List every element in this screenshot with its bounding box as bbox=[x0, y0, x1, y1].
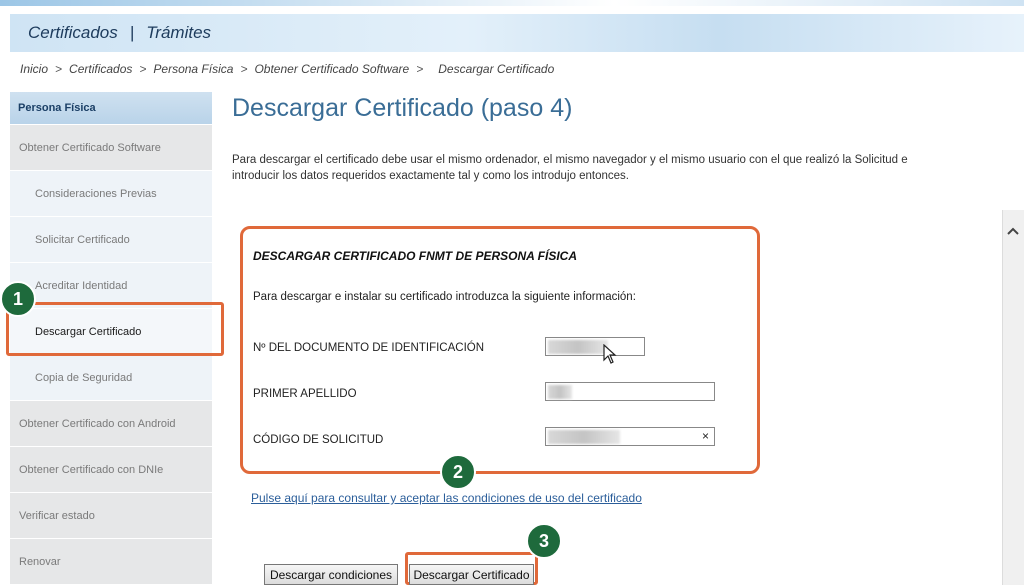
codigo-solicitud-label: CÓDIGO DE SOLICITUD bbox=[253, 434, 384, 446]
download-form: DESCARGAR CERTIFICADO FNMT DE PERSONA FÍ… bbox=[240, 226, 760, 474]
form-title: DESCARGAR CERTIFICADO FNMT DE PERSONA FÍ… bbox=[253, 249, 578, 263]
header-tramites[interactable]: Trámites bbox=[146, 23, 211, 43]
breadcrumb-obtener-software[interactable]: Obtener Certificado Software bbox=[254, 62, 409, 76]
sidebar-item-copia[interactable]: Copia de Seguridad bbox=[10, 355, 212, 401]
highlight-box-step-1 bbox=[6, 302, 224, 356]
sidebar-item-android[interactable]: Obtener Certificado con Android bbox=[10, 401, 212, 447]
breadcrumb-inicio[interactable]: Inicio bbox=[20, 62, 48, 76]
redacted-value bbox=[548, 340, 608, 354]
site-header: Certificados | Trámites bbox=[10, 14, 1024, 52]
intro-text: Para descargar el certificado debe usar … bbox=[232, 152, 1024, 184]
sidebar-item-verificar[interactable]: Verificar estado bbox=[10, 493, 212, 539]
scrollbar[interactable] bbox=[1002, 210, 1024, 585]
header-certificados[interactable]: Certificados bbox=[28, 23, 118, 43]
header-separator: | bbox=[129, 23, 135, 42]
step-marker-2: 2 bbox=[440, 454, 476, 490]
sidebar-item-solicitar[interactable]: Solicitar Certificado bbox=[10, 217, 212, 263]
primer-apellido-input[interactable] bbox=[545, 382, 715, 401]
redacted-value bbox=[548, 385, 572, 399]
clear-icon[interactable]: × bbox=[702, 429, 709, 443]
document-number-input[interactable] bbox=[545, 337, 645, 356]
conditions-link[interactable]: Pulse aquí para consultar y aceptar las … bbox=[251, 491, 642, 505]
breadcrumb-persona-fisica[interactable]: Persona Física bbox=[153, 62, 233, 76]
step-marker-3: 3 bbox=[526, 523, 562, 559]
form-instructions: Para descargar e instalar su certificado… bbox=[253, 291, 636, 303]
top-decoration-strip bbox=[0, 0, 1024, 6]
breadcrumb-arrow: > bbox=[240, 62, 248, 76]
mouse-pointer-icon bbox=[603, 343, 617, 369]
sidebar-item-obtener-software[interactable]: Obtener Certificado Software bbox=[10, 125, 212, 171]
breadcrumb-certificados[interactable]: Certificados bbox=[69, 62, 132, 76]
download-conditions-button[interactable]: Descargar condiciones bbox=[264, 564, 398, 585]
breadcrumb-arrow: > bbox=[416, 62, 424, 76]
step-marker-1: 1 bbox=[0, 281, 36, 317]
sidebar-heading[interactable]: Persona Física bbox=[10, 92, 212, 125]
redacted-value bbox=[548, 430, 620, 444]
chevron-up-icon[interactable] bbox=[1007, 222, 1019, 238]
sidebar-item-renovar[interactable]: Renovar bbox=[10, 539, 212, 585]
sidebar-item-consideraciones[interactable]: Consideraciones Previas bbox=[10, 171, 212, 217]
breadcrumb: Inicio > Certificados > Persona Física >… bbox=[20, 62, 554, 76]
page-title: Descargar Certificado (paso 4) bbox=[232, 94, 573, 122]
intro-line-1: Para descargar el certificado debe usar … bbox=[232, 154, 908, 166]
sidebar-item-dnie[interactable]: Obtener Certificado con DNIe bbox=[10, 447, 212, 493]
breadcrumb-arrow: > bbox=[139, 62, 147, 76]
document-number-label: Nº DEL DOCUMENTO DE IDENTIFICACIÓN bbox=[253, 342, 485, 354]
breadcrumb-current: Descargar Certificado bbox=[438, 62, 555, 76]
breadcrumb-arrow: > bbox=[55, 62, 63, 76]
codigo-solicitud-input[interactable]: × bbox=[545, 427, 715, 446]
intro-line-2: introducir los datos requeridos exactame… bbox=[232, 170, 629, 182]
download-certificate-button[interactable]: Descargar Certificado bbox=[409, 564, 534, 585]
primer-apellido-label: PRIMER APELLIDO bbox=[253, 388, 357, 400]
